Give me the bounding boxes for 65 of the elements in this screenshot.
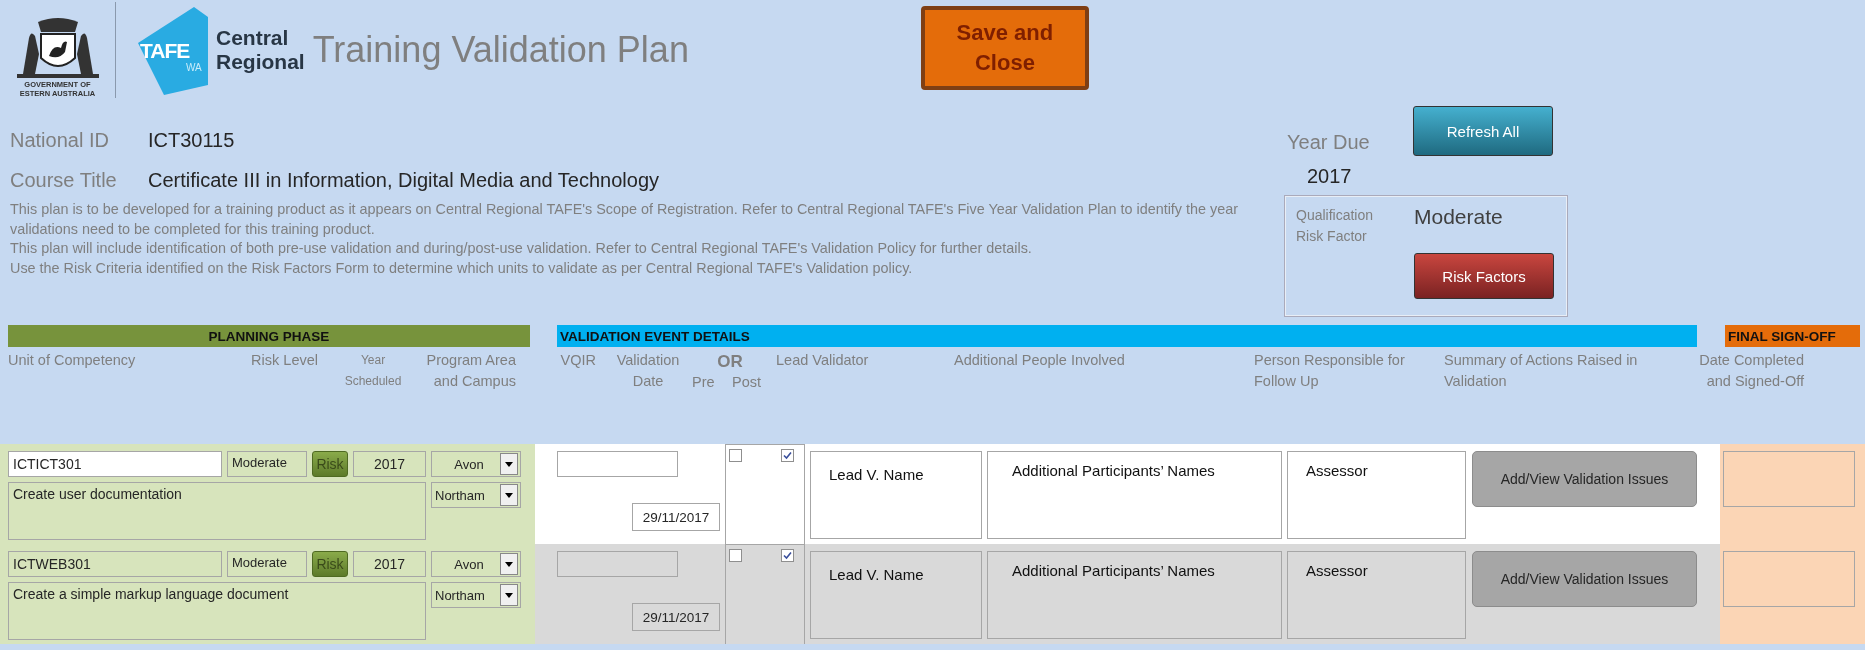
column-header: Pre (691, 373, 716, 392)
column-header: Risk Level (250, 351, 318, 370)
field-value: 2017 (1306, 163, 1353, 189)
responsible-field[interactable]: Assessor (1287, 451, 1466, 539)
field-value: ICT30115 (148, 128, 235, 152)
logo-text: TAFE (140, 39, 190, 63)
participants-field[interactable]: Additional Participants’ Names (987, 451, 1282, 539)
unit-title-field[interactable]: Create a simple markup language document (8, 582, 426, 640)
column-header: Lead Validator (775, 351, 870, 370)
brand-name: Central Regional (216, 26, 305, 74)
post-checkbox[interactable] (781, 449, 794, 462)
refresh-button[interactable]: Refresh All (1413, 106, 1553, 156)
column-header: Date Completed and Signed-Off (1698, 351, 1804, 391)
column-header: Validation Date (615, 351, 681, 391)
section-header: VALIDATION EVENT DETAILS (557, 325, 1697, 347)
campus-dropdown[interactable]: Northam (431, 582, 521, 608)
campus-dropdown[interactable]: Northam (431, 482, 521, 508)
year-field[interactable]: 2017 (353, 451, 426, 477)
logo-shape-icon (138, 5, 210, 95)
column-header: Post (732, 373, 762, 392)
pre-checkbox[interactable] (729, 449, 742, 462)
lead-validator-field[interactable]: Lead V. Name (810, 451, 982, 539)
validation-issues-button[interactable]: Add/View Validation Issues (1472, 551, 1697, 607)
risk-level-field[interactable]: Moderate (227, 551, 307, 577)
description-text: This plan will include identification of both pre-use validation and during/post-use validation. Refer to Central Regional TAFE's Validation Policy for further details. (10, 239, 1033, 258)
field-value: Certificate III in Information, Digital Media and Technology (148, 168, 659, 192)
section-header: FINAL SIGN-OFF (1725, 325, 1860, 347)
campus-dropdown[interactable]: Avon (431, 551, 521, 577)
unit-code-field[interactable]: ICTICT301 (8, 451, 222, 477)
date-field[interactable]: 29/11/2017 (632, 503, 720, 531)
risk-factors-button[interactable]: Risk Factors (1414, 253, 1554, 299)
field-label: Course Title (10, 168, 118, 192)
risk-label: Qualification Risk Factor (1296, 206, 1375, 246)
field-label: Year Due (1286, 131, 1371, 154)
pre-checkbox[interactable] (729, 549, 742, 562)
risk-value: Moderate (1414, 205, 1503, 229)
validation-issues-button[interactable]: Add/View Validation Issues (1472, 451, 1697, 507)
description-text: This plan is to be developed for a training product as it appears on Central Regional TAFE's Scope of Registration. Refer to Central Regional TAFE's Five Year Validation Plan to identify the year validations need to be completed for this training product. (10, 200, 1240, 239)
sign-off-field[interactable] (1723, 451, 1855, 507)
column-header: Summary of Actions Raised in Validation (1444, 351, 1639, 391)
page-title: Training Validation Plan (312, 29, 689, 71)
section-header: PLANNING PHASE (8, 325, 530, 347)
logo-subtext: WA (186, 62, 202, 73)
vqir-field[interactable] (557, 551, 678, 577)
post-checkbox[interactable] (781, 549, 794, 562)
field-label: National ID (10, 128, 110, 152)
risk-level-field[interactable]: Moderate (227, 451, 307, 477)
lead-validator-field[interactable]: Lead V. Name (810, 551, 982, 639)
participants-field[interactable]: Additional Participants’ Names (987, 551, 1282, 639)
column-header: Unit of Competency (7, 351, 137, 370)
vqir-field[interactable] (557, 451, 678, 477)
date-field[interactable]: 29/11/2017 (632, 603, 720, 631)
year-field[interactable]: 2017 (353, 551, 426, 577)
column-header: Year Scheduled (343, 352, 403, 390)
column-header: Program Area and Campus (425, 351, 516, 391)
responsible-field[interactable]: Assessor (1287, 551, 1466, 639)
description-text: Use the Risk Criteria identified on the Risk Factors Form to determine which units to validate as per Central Regional TAFE's Validation policy. (10, 258, 914, 278)
campus-dropdown[interactable]: Avon (431, 451, 521, 477)
column-header: VQIR (559, 351, 596, 370)
column-header: Additional People Involved (953, 351, 1126, 370)
sign-off-field[interactable] (1723, 551, 1855, 607)
column-header: Person Responsible for Follow Up (1254, 351, 1406, 391)
unit-title-field[interactable]: Create user documentation (8, 482, 426, 540)
unit-code-field[interactable]: ICTWEB301 (8, 551, 222, 577)
or-label: OR (717, 352, 743, 372)
